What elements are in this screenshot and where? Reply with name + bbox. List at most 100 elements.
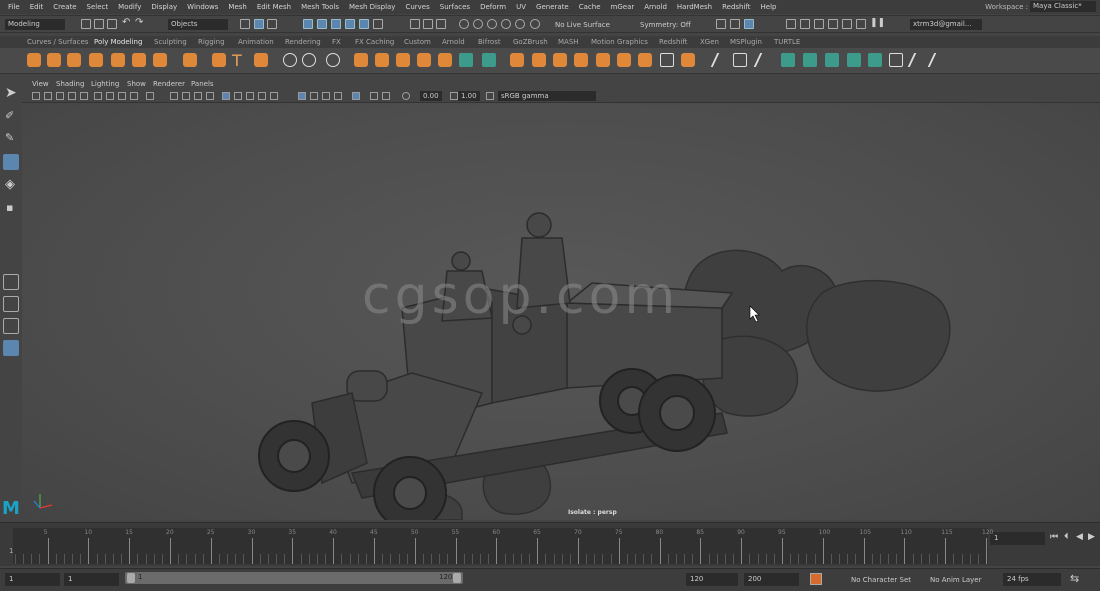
mirror-icon[interactable]: [459, 53, 473, 67]
panel-menu-lighting[interactable]: Lighting: [91, 80, 119, 88]
select-component-icon[interactable]: [267, 19, 277, 29]
menu-surfaces[interactable]: Surfaces: [435, 3, 475, 11]
poly-plane-icon[interactable]: [132, 53, 146, 67]
xray-icon[interactable]: [310, 92, 318, 100]
panel-menu-panels[interactable]: Panels: [191, 80, 214, 88]
multi-cut-icon[interactable]: [681, 53, 695, 67]
sculpt-grab-icon[interactable]: [825, 53, 839, 67]
rotate-tool-icon[interactable]: ◈: [3, 177, 19, 193]
separate-icon[interactable]: [375, 53, 389, 67]
use-all-lights-icon[interactable]: [222, 92, 230, 100]
menu-modify[interactable]: Modify: [113, 3, 146, 11]
bevel-icon[interactable]: [553, 53, 567, 67]
move-tool-icon[interactable]: [3, 154, 19, 170]
multisample-icon[interactable]: [270, 92, 278, 100]
image-plane-icon[interactable]: [68, 92, 76, 100]
camera-attr-icon[interactable]: [44, 92, 52, 100]
append-icon[interactable]: [638, 53, 652, 67]
tab-curves-surfaces[interactable]: Curves / Surfaces: [27, 38, 88, 46]
user-account-dropdown[interactable]: xtrm3d@gmail...: [910, 19, 982, 30]
gamma-dial-icon[interactable]: [450, 92, 458, 100]
svg-tool-icon[interactable]: [254, 53, 268, 67]
uv-editor-icon[interactable]: [660, 53, 674, 67]
render-view-icon[interactable]: [515, 19, 525, 29]
platonic-solid-icon[interactable]: [183, 53, 197, 67]
menu-file[interactable]: File: [3, 3, 25, 11]
selection-mask-dropdown[interactable]: Objects: [168, 19, 228, 30]
field-chart-icon[interactable]: [130, 92, 138, 100]
outliner-layout-icon[interactable]: [3, 340, 19, 356]
menu-uv[interactable]: UV: [511, 3, 531, 11]
grid-icon[interactable]: [80, 92, 88, 100]
xray-active-icon[interactable]: [322, 92, 330, 100]
poly-torus-icon[interactable]: [111, 53, 125, 67]
channel-box-icon[interactable]: [800, 19, 810, 29]
bridge-icon[interactable]: [532, 53, 546, 67]
extrude-icon[interactable]: [510, 53, 524, 67]
modeling-toolkit-icon[interactable]: [730, 19, 740, 29]
tab-custom[interactable]: Custom: [404, 38, 431, 46]
exposure-dial-icon[interactable]: [402, 92, 410, 100]
magnet-icon[interactable]: [530, 19, 540, 29]
snap-live-icon[interactable]: [373, 19, 383, 29]
menu-mgear[interactable]: mGear: [606, 3, 640, 11]
render-icon[interactable]: [459, 19, 469, 29]
workspace-dropdown[interactable]: Maya Classic*: [1030, 1, 1096, 12]
panel-menu-view[interactable]: View: [32, 80, 49, 88]
menu-create[interactable]: Create: [48, 3, 81, 11]
smooth-icon[interactable]: [396, 53, 410, 67]
menu-mesh[interactable]: Mesh: [223, 3, 251, 11]
node-editor-icon[interactable]: [856, 19, 866, 29]
tab-rendering[interactable]: Rendering: [285, 38, 321, 46]
open-scene-icon[interactable]: [94, 19, 104, 29]
tab-rigging[interactable]: Rigging: [198, 38, 225, 46]
poly-disc-icon[interactable]: [153, 53, 167, 67]
relax-icon[interactable]: [803, 53, 817, 67]
center-pivot-icon[interactable]: [302, 53, 316, 67]
retopo-icon[interactable]: [868, 53, 882, 67]
delete-history-icon[interactable]: [927, 53, 943, 67]
tab-redshift[interactable]: Redshift: [659, 38, 687, 46]
time-ruler[interactable]: 5 10 15 20 25 30 35 40 45 50 55 60 65 70 75 80 85 90 95 100…: [13, 528, 993, 564]
freeze-transform-icon[interactable]: [326, 53, 340, 67]
snap-grid-icon[interactable]: [303, 19, 313, 29]
wedge-icon[interactable]: [596, 53, 610, 67]
gamma-icon[interactable]: [382, 92, 390, 100]
sidebar-toggle-icon[interactable]: [716, 19, 726, 29]
fps-dropdown[interactable]: 24 fps: [1003, 573, 1061, 586]
current-frame-field[interactable]: 1: [990, 532, 1045, 545]
character-set-dropdown[interactable]: No Character Set: [851, 576, 911, 584]
poke-icon[interactable]: [574, 53, 588, 67]
gate-mask-icon[interactable]: [118, 92, 126, 100]
single-view-icon[interactable]: [3, 274, 19, 290]
select-tool-icon[interactable]: ➤: [3, 85, 19, 102]
tab-mash[interactable]: MASH: [558, 38, 579, 46]
auto-key-icon[interactable]: [810, 573, 822, 585]
menu-help[interactable]: Help: [756, 3, 782, 11]
loop-icon[interactable]: ⇆: [1070, 572, 1079, 585]
select-hierarchy-icon[interactable]: [240, 19, 250, 29]
construction-history-icon[interactable]: [436, 19, 446, 29]
isolate-select-icon[interactable]: [298, 92, 306, 100]
tab-sculpting[interactable]: Sculpting: [154, 38, 187, 46]
xray-joints-icon[interactable]: [334, 92, 342, 100]
playback-end-field[interactable]: 120: [686, 573, 738, 586]
boolean-union-icon[interactable]: [417, 53, 431, 67]
tab-arnold[interactable]: Arnold: [442, 38, 465, 46]
snap-curve-icon[interactable]: [317, 19, 327, 29]
play-back-icon[interactable]: ◀: [1076, 532, 1083, 542]
menu-edit-mesh[interactable]: Edit Mesh: [252, 3, 296, 11]
range-slider-end-handle[interactable]: [453, 573, 461, 583]
quad-draw-icon[interactable]: [781, 53, 795, 67]
poly-sphere-icon[interactable]: [27, 53, 41, 67]
menu-generate[interactable]: Generate: [531, 3, 574, 11]
gamma-field[interactable]: 1.00: [458, 91, 480, 101]
bookmark-icon[interactable]: [56, 92, 64, 100]
super-shape-icon[interactable]: [212, 53, 226, 67]
input-ops-icon[interactable]: [410, 19, 420, 29]
menu-hardmesh[interactable]: HardMesh: [672, 3, 717, 11]
outliner-icon[interactable]: [828, 19, 838, 29]
snap-point-icon[interactable]: [331, 19, 341, 29]
tab-fx[interactable]: FX: [332, 38, 341, 46]
output-ops-icon[interactable]: [423, 19, 433, 29]
